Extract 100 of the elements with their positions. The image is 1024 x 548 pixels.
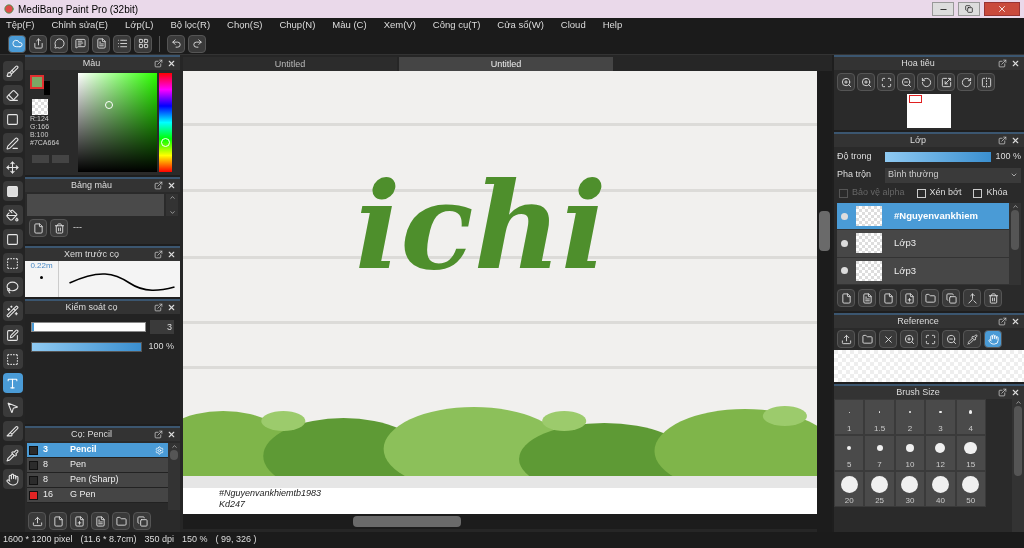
text-icon[interactable] <box>2 373 23 393</box>
blend-dropdown[interactable]: Bình thường <box>885 167 1021 183</box>
opacity-slider[interactable] <box>31 341 142 352</box>
magic-wand-icon[interactable] <box>2 301 23 321</box>
message-icon[interactable] <box>71 34 89 53</box>
menu-item[interactable]: Lớp(L) <box>125 18 154 33</box>
popout-icon[interactable] <box>998 317 1007 326</box>
background-color-swatch[interactable] <box>44 81 50 95</box>
redo-icon[interactable] <box>188 34 206 53</box>
flip-icon[interactable] <box>977 73 995 91</box>
hue-slider[interactable] <box>159 73 172 172</box>
menu-item[interactable]: Chọn(S) <box>227 18 263 33</box>
restore-button[interactable] <box>958 2 980 16</box>
eyedropper-icon[interactable] <box>2 445 23 465</box>
fit-icon[interactable] <box>877 73 895 91</box>
brush-icon[interactable] <box>2 61 23 81</box>
menu-item[interactable]: Cloud <box>560 18 586 33</box>
popout-icon[interactable] <box>154 430 163 439</box>
brush-item[interactable]: 8 Pen <box>27 458 168 473</box>
menu-item[interactable]: Màu (C) <box>332 18 367 33</box>
popout-icon[interactable] <box>154 250 163 259</box>
checkbox[interactable]: Xén bớt <box>916 186 962 200</box>
brush-size-cell[interactable]: 5 <box>834 435 865 471</box>
brush-size-cell[interactable]: 30 <box>894 471 926 507</box>
eraser-icon[interactable] <box>2 85 23 105</box>
dashed-square-icon[interactable] <box>2 349 23 369</box>
layer-row[interactable]: Lớp3 <box>837 257 1009 285</box>
brush-size-cell[interactable]: 10 <box>894 435 926 471</box>
zoom-in-icon[interactable] <box>857 73 875 91</box>
popout-icon[interactable] <box>154 303 163 312</box>
add-layer-icon[interactable] <box>900 289 918 307</box>
checkbox[interactable]: Khóa <box>973 186 1008 200</box>
zoom-out-icon[interactable] <box>942 330 960 348</box>
upload-icon[interactable] <box>837 330 855 348</box>
scrollbar[interactable] <box>1012 399 1024 532</box>
brush-item[interactable]: 8 Pen (Sharp) <box>27 473 168 488</box>
color-field[interactable] <box>78 73 157 172</box>
rotate-right-icon[interactable] <box>957 73 975 91</box>
document-icon[interactable] <box>91 512 109 530</box>
folder-icon[interactable] <box>858 330 876 348</box>
pointer-icon[interactable] <box>2 397 23 417</box>
document-tab[interactable]: Untitled <box>183 57 397 71</box>
upload-icon[interactable] <box>28 512 46 530</box>
merge-icon[interactable] <box>963 289 981 307</box>
brush-size-cell[interactable]: 4 <box>955 399 986 435</box>
fit-icon[interactable] <box>921 330 939 348</box>
menu-item[interactable]: Cửa sổ(W) <box>497 18 544 33</box>
new-file-icon[interactable] <box>49 512 67 530</box>
brush-size-cell[interactable]: 12 <box>925 435 956 471</box>
hand-icon[interactable] <box>2 469 23 489</box>
menu-item[interactable]: Bộ lọc(R) <box>170 18 211 33</box>
square-pen-icon[interactable] <box>2 325 23 345</box>
brush-size-cell[interactable]: 1.5 <box>864 399 895 435</box>
lasso-icon[interactable] <box>2 277 23 297</box>
new-file-icon[interactable] <box>29 219 47 237</box>
layer-opacity-slider[interactable] <box>885 152 991 162</box>
dashed-square-icon[interactable] <box>2 253 23 273</box>
scrollbar[interactable] <box>168 443 180 510</box>
scroll-thumb[interactable] <box>1014 406 1022 476</box>
zoom-icon[interactable] <box>837 73 855 91</box>
popout-icon[interactable] <box>154 181 163 190</box>
hand-icon[interactable] <box>984 330 1002 348</box>
add-file-icon[interactable] <box>70 512 88 530</box>
scrollbar[interactable] <box>1009 203 1021 285</box>
layer-row[interactable]: Lớp3 <box>837 230 1009 258</box>
popout-icon[interactable] <box>998 59 1007 68</box>
scroll-thumb[interactable] <box>353 516 461 527</box>
brush-size-slider[interactable] <box>31 322 146 332</box>
close-button[interactable] <box>984 2 1020 16</box>
brush-size-cell[interactable]: 2 <box>894 399 926 435</box>
brush-size-cell[interactable]: 50 <box>955 471 986 507</box>
brush-item[interactable]: 16 G Pen <box>27 488 168 503</box>
document-icon[interactable] <box>858 289 876 307</box>
zoom-out-icon[interactable] <box>897 73 915 91</box>
transparent-swatch[interactable] <box>32 99 48 115</box>
brush-size-cell[interactable]: 15 <box>955 435 986 471</box>
brush-size-value[interactable]: 3 <box>150 320 174 334</box>
popout-icon[interactable] <box>154 59 163 68</box>
brush-size-cell[interactable]: 3 <box>925 399 956 435</box>
speech-bubble-icon[interactable] <box>50 34 68 53</box>
trash-icon[interactable] <box>984 289 1002 307</box>
trash-icon[interactable] <box>50 219 68 237</box>
eyedropper-icon[interactable] <box>963 330 981 348</box>
menu-item[interactable]: Công cụ(T) <box>432 18 481 33</box>
close-icon[interactable] <box>879 330 897 348</box>
brush-size-cell[interactable]: 1 <box>834 399 865 435</box>
folder-icon[interactable] <box>921 289 939 307</box>
square-icon[interactable] <box>2 109 23 129</box>
brush-size-cell[interactable]: 40 <box>925 471 956 507</box>
document-tab[interactable]: Untitled <box>399 57 613 71</box>
scroll-thumb[interactable] <box>170 450 178 460</box>
brush-size-cell[interactable]: 25 <box>864 471 895 507</box>
brush-size-cell[interactable]: 7 <box>864 435 895 471</box>
knife-icon[interactable] <box>2 421 23 441</box>
new-layer-icon[interactable] <box>837 289 855 307</box>
share-icon[interactable] <box>29 34 47 53</box>
move-icon[interactable] <box>2 157 23 177</box>
list-icon[interactable] <box>113 34 131 53</box>
new-file-icon[interactable] <box>879 289 897 307</box>
menu-item[interactable]: Chỉnh sửa(E) <box>51 18 109 33</box>
